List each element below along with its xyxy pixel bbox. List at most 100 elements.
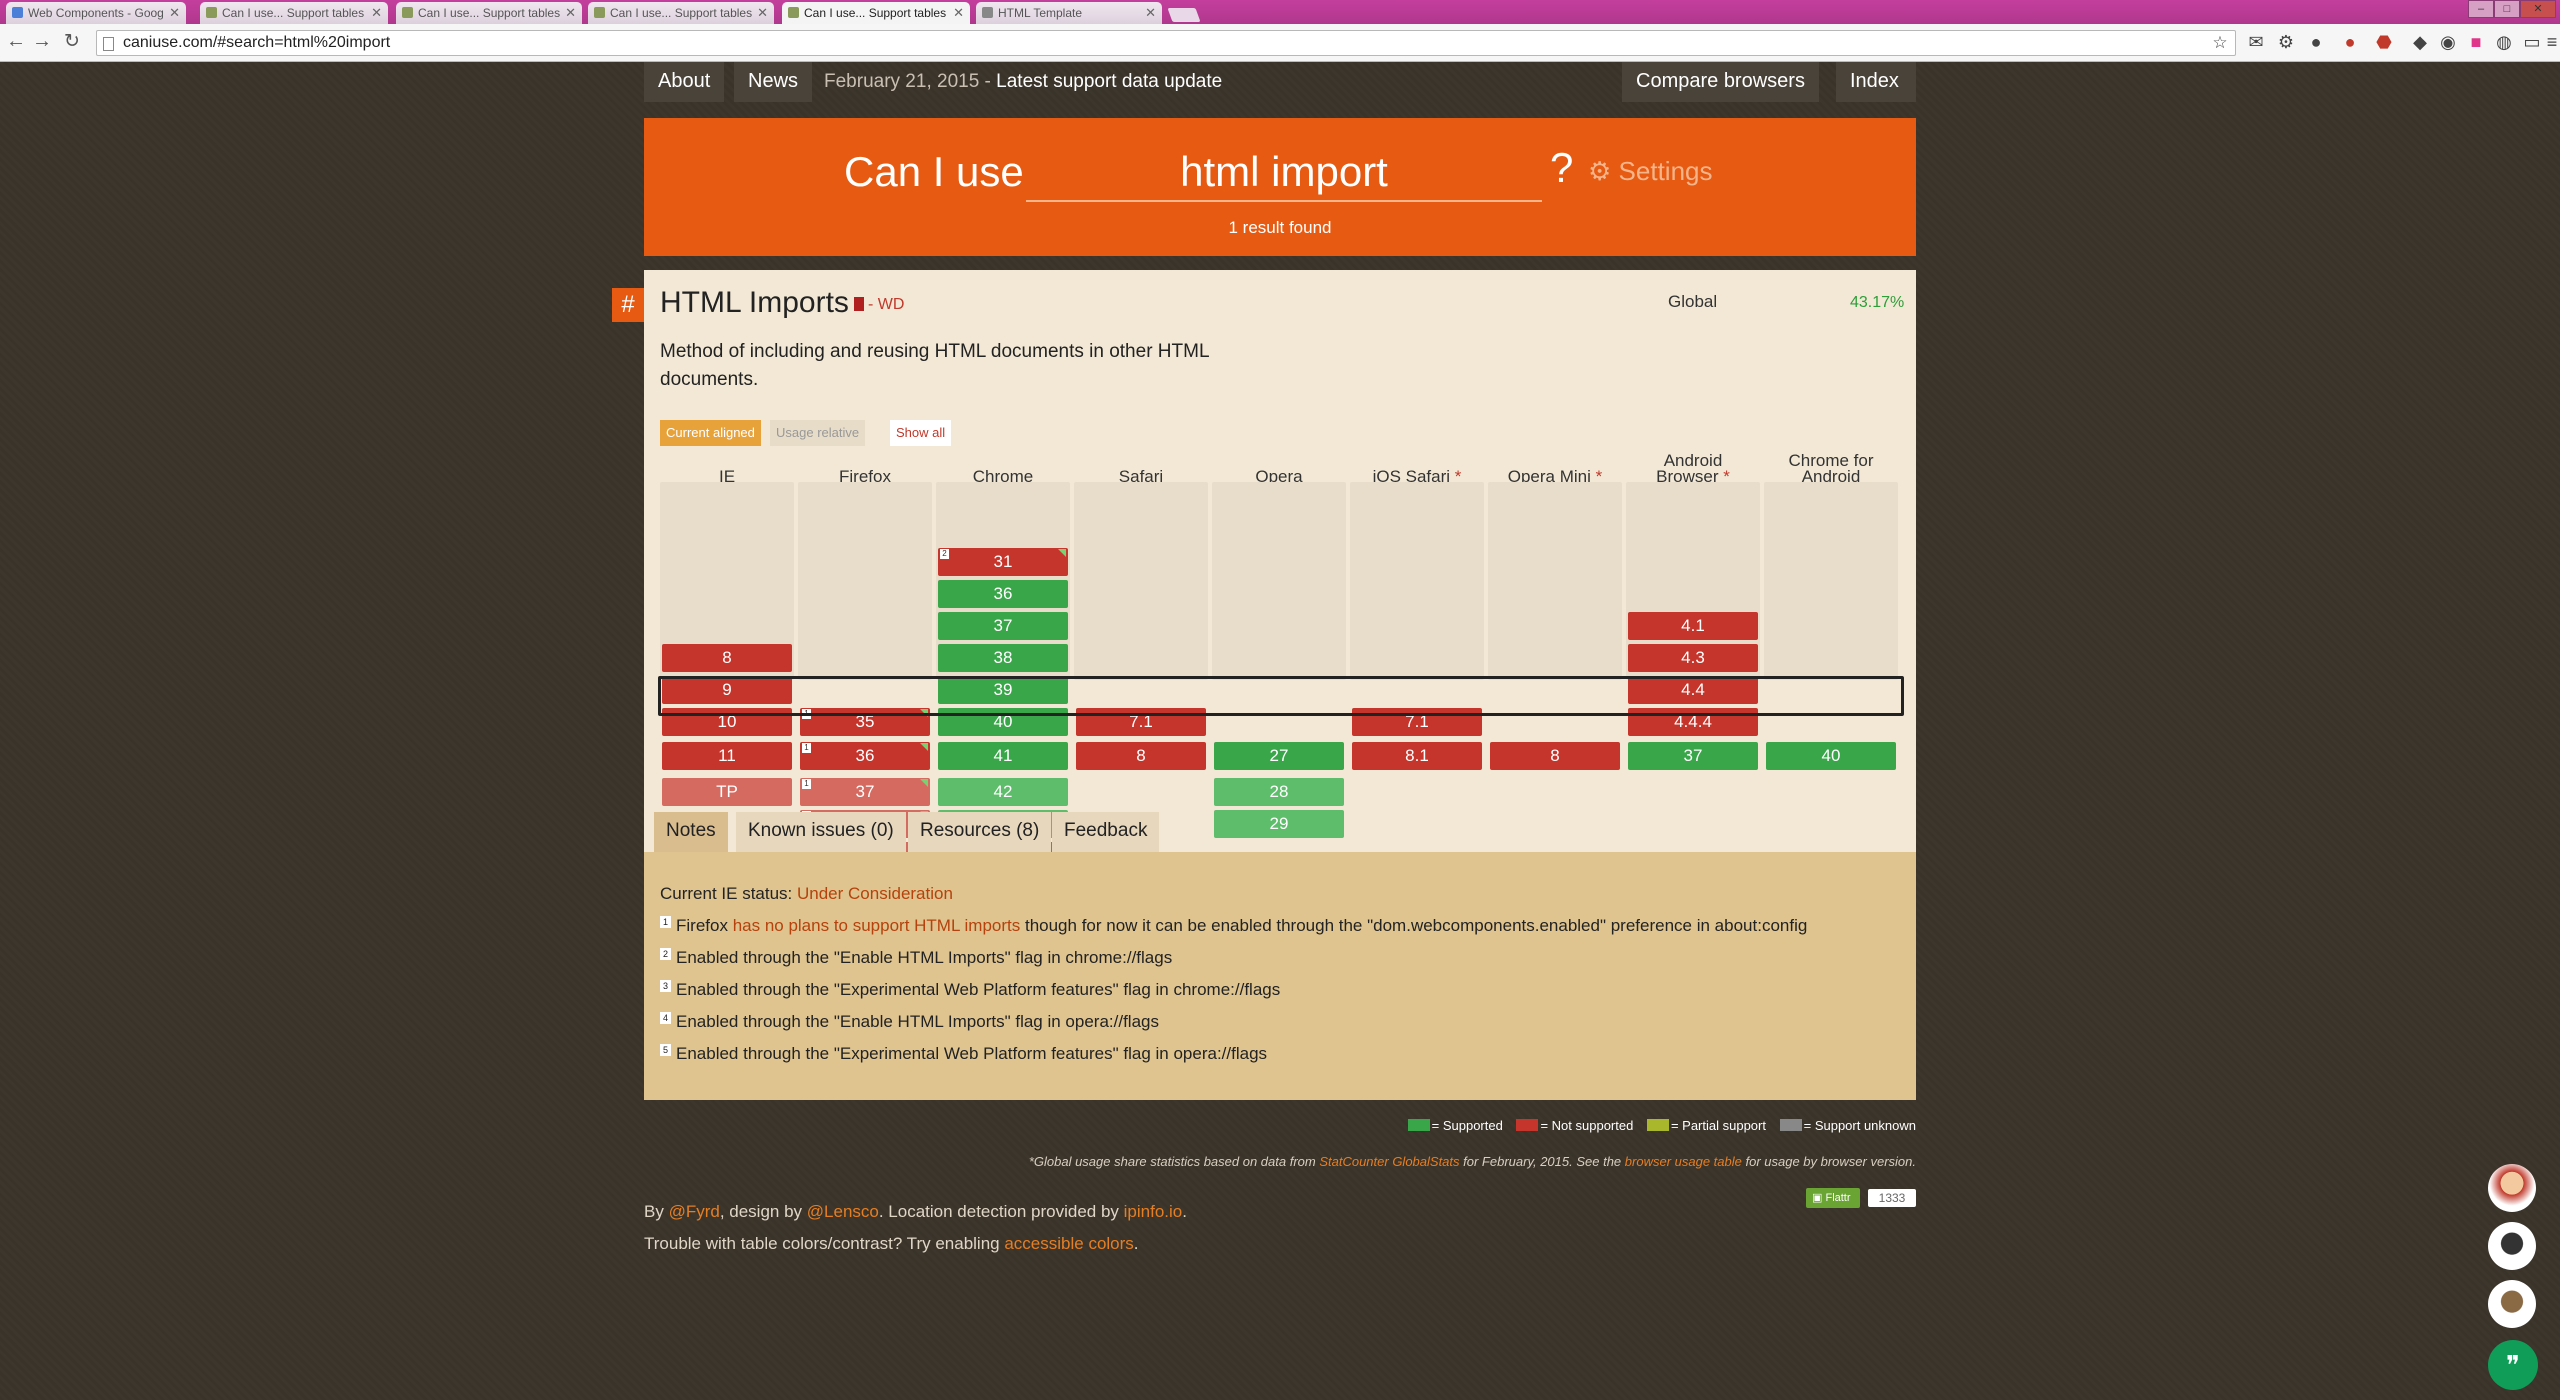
support-column [1350,482,1484,680]
close-tab-icon[interactable]: ✕ [565,5,576,21]
user-icon[interactable]: ● [2306,32,2326,52]
minimize-button[interactable]: – [2468,0,2494,18]
version-cell-current[interactable]: 37 [1628,742,1758,770]
flattr-button[interactable]: ▣ Flattr [1806,1188,1860,1208]
tab-resources[interactable]: Resources (8) [908,812,1052,852]
chat-avatar[interactable] [2488,1280,2536,1328]
ipinfo-link[interactable]: ipinfo.io [1124,1202,1183,1221]
accessible-colors-link[interactable]: accessible colors [1004,1234,1133,1253]
feature-title: HTML Imports [660,286,849,319]
extension-icon[interactable]: ◍ [2494,32,2514,52]
ie-status-link[interactable]: Under Consideration [797,884,953,903]
version-cell[interactable]: 37 [938,612,1068,640]
gear-icon[interactable]: ⚙ [2276,32,2296,52]
browser-usage-link[interactable]: browser usage table [1625,1154,1742,1169]
note-1: 1 Firefox has no plans to support HTML im… [660,916,1807,936]
cast-icon[interactable]: ▭ [2522,32,2542,52]
extension-icon[interactable]: ◆ [2410,32,2430,52]
favicon [402,7,413,18]
browser-tab[interactable]: Web Components - Goog ✕ [6,2,186,24]
version-cell-current[interactable]: 11 [662,742,792,770]
note-link[interactable]: has no plans to support HTML imports [733,916,1021,935]
version-cell[interactable]: 4.1 [1628,612,1758,640]
version-cell-current[interactable]: 41 [938,742,1068,770]
forward-icon[interactable]: → [30,30,54,53]
spec-status[interactable]: - WD [854,296,904,314]
tab-known-issues[interactable]: Known issues (0) [736,812,906,852]
extension-icon[interactable]: ■ [2466,32,2486,52]
version-cell-current[interactable]: 8.1 [1352,742,1482,770]
feature-anchor-link[interactable]: # [612,288,644,322]
support-column [798,482,932,680]
credit-text: , design by [719,1202,807,1221]
version-cell[interactable]: 29 [1214,810,1344,838]
tab-notes[interactable]: Notes [654,812,728,852]
feature-description: Method of including and reusing HTML doc… [660,341,1209,390]
flattr-widget[interactable]: ▣ Flattr 1333 [1806,1188,1916,1208]
chrome-icon[interactable]: ◉ [2438,32,2458,52]
browser-tab[interactable]: Can I use... Support tables ✕ [200,2,388,24]
back-icon[interactable]: ← [4,30,28,53]
support-legend: = Supported = Not supported = Partial su… [644,1118,1916,1138]
new-tab-button[interactable] [1167,8,1201,22]
version-cell-current[interactable]: 40 [1766,742,1896,770]
version-cell[interactable]: 1 37 [800,778,930,806]
version-cell-current[interactable]: 8 [1490,742,1620,770]
credit-text: . [1182,1202,1187,1221]
document-icon [854,297,864,311]
gmail-icon[interactable]: ✉ [2246,32,2266,52]
adblock-icon[interactable]: ⬣ [2374,32,2394,52]
current-aligned-button[interactable]: Current aligned [660,420,761,446]
chat-avatar[interactable] [2488,1164,2536,1212]
search-panel: Can I use html import ? ⚙ Settings 1 res… [644,118,1916,256]
maximize-button[interactable]: □ [2494,0,2520,18]
index-link[interactable]: Index [1836,62,1916,102]
version-cell[interactable]: 4.3 [1628,644,1758,672]
close-tab-icon[interactable]: ✕ [371,5,382,21]
menu-icon[interactable]: ≡ [2542,32,2560,52]
version-cell[interactable]: 42 [938,778,1068,806]
usage-relative-button[interactable]: Usage relative [770,420,866,446]
note-number: 1 [660,916,671,928]
statcounter-link[interactable]: StatCounter GlobalStats [1319,1154,1459,1169]
browser-tab-active[interactable]: Can I use... Support tables ✕ [782,2,970,24]
version-cell-current[interactable]: 8 [1076,742,1206,770]
version-cell[interactable]: 8 [662,644,792,672]
star-icon[interactable]: ☆ [2210,33,2230,53]
close-tab-icon[interactable]: ✕ [169,5,180,21]
hangouts-icon[interactable]: ❞ [2488,1340,2538,1390]
close-tab-icon[interactable]: ✕ [1145,5,1156,21]
version-cell[interactable]: 2 31 [938,548,1068,576]
browser-tab[interactable]: HTML Template ✕ [976,2,1162,24]
chat-avatar[interactable] [2488,1222,2536,1270]
about-link[interactable]: About [644,62,725,102]
settings-button[interactable]: ⚙ Settings [1588,156,1713,187]
version-cell-current[interactable]: 27 [1214,742,1344,770]
version-cell[interactable]: 36 [938,580,1068,608]
news-link[interactable]: News [734,62,813,102]
version-cell[interactable]: TP [662,778,792,806]
browser-toolbar: ← → ↻ caniuse.com/#search=html%20import … [0,24,2560,62]
help-link[interactable]: ? [1550,144,1573,192]
browser-tab[interactable]: Can I use... Support tables ✕ [588,2,774,24]
tab-feedback[interactable]: Feedback [1052,812,1160,852]
compare-browsers-link[interactable]: Compare browsers [1622,62,1819,102]
note-5: 5 Enabled through the "Experimental Web P… [660,1044,1267,1064]
fyrd-link[interactable]: @Fyrd [669,1202,720,1221]
reload-icon[interactable]: ↻ [60,30,84,53]
version-cell-current[interactable]: 1 36 [800,742,930,770]
note-marker: 1 [802,779,811,789]
version-cell[interactable]: 28 [1214,778,1344,806]
close-window-button[interactable]: ✕ [2520,0,2556,18]
lensco-link[interactable]: @Lensco [807,1202,879,1221]
legend-label: = Not supported [1540,1118,1634,1133]
show-all-button[interactable]: Show all [890,420,952,446]
address-bar[interactable]: caniuse.com/#search=html%20import [96,30,2236,56]
extension-icon[interactable]: ● [2340,32,2360,52]
close-tab-icon[interactable]: ✕ [953,5,964,21]
search-input[interactable]: html import [1026,148,1542,202]
favicon [982,7,993,18]
close-tab-icon[interactable]: ✕ [757,5,768,21]
browser-tab[interactable]: Can I use... Support tables ✕ [396,2,582,24]
version-cell[interactable]: 38 [938,644,1068,672]
